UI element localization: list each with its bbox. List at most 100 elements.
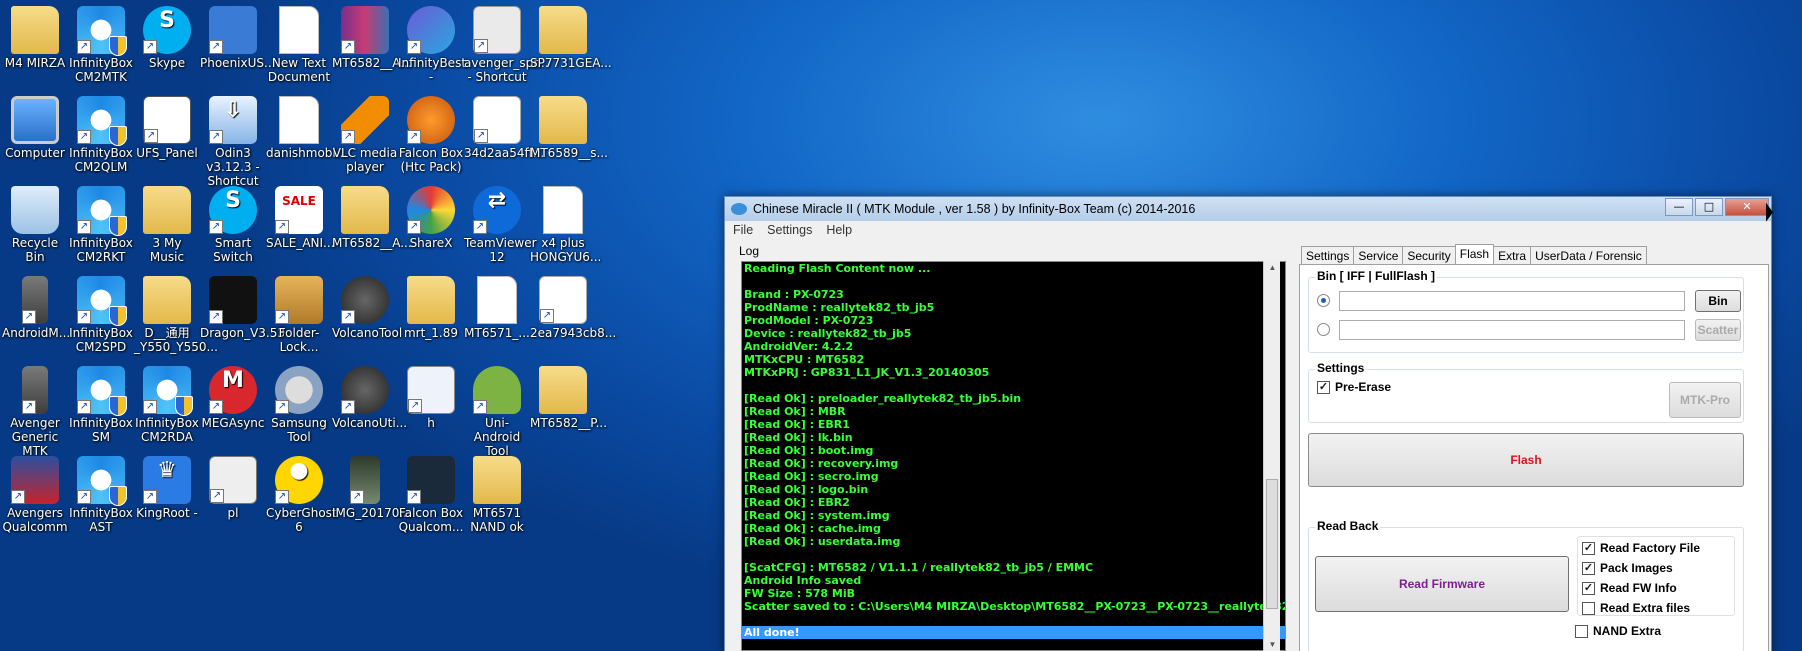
desktop-icon[interactable]: ↗ VolcanoTool (332, 272, 402, 340)
desktop-icon[interactable]: mrt_1.89 (398, 272, 464, 340)
volcano-icon: ↗ (341, 276, 389, 324)
desktop-icon[interactable]: MT6571 NAND ok (464, 452, 530, 534)
desktop-icon[interactable]: ↗ Dragon_V3.53 (200, 272, 285, 340)
bin-path-input[interactable] (1339, 291, 1685, 311)
maximize-button[interactable]: □ (1695, 198, 1723, 216)
desktop-icon[interactable]: ♛ ↗ KingRoot - (134, 452, 200, 520)
desktop-icon[interactable]: danishmobi... (266, 92, 347, 160)
desktop-icon[interactable]: ↗ 34d2aa54ff... (464, 92, 544, 160)
bin-button[interactable]: Bin (1695, 290, 1741, 312)
log-line: [Read Ok] : preloader_reallytek82_tb_jb5… (744, 392, 1022, 405)
desktop-icon[interactable]: ↗ Falcon Box (Htc Pack) (398, 92, 464, 174)
desktop-icon[interactable]: ↗ Folder-Lock... (266, 272, 332, 354)
desktop-icon[interactable]: ↗ avenger_spr... - Shortcut (464, 2, 549, 84)
menu-help[interactable]: Help (826, 223, 852, 237)
desktop-icon[interactable]: ↗ 2ea7943cb8... (530, 272, 616, 340)
desktop-icon[interactable]: ↗ pl (200, 452, 266, 520)
desktop-icon[interactable]: ↗ UFS_Panel (134, 92, 200, 160)
desktop-icon[interactable]: ● ↗ CyberGhost 6 (266, 452, 337, 534)
scroll-down-icon[interactable]: ▼ (1264, 640, 1281, 649)
desktop-icon[interactable]: ↗ MT6582__A... (332, 2, 412, 70)
scatter-button[interactable]: Scatter (1695, 319, 1741, 341)
desktop-icon[interactable]: ↗ Avenger Generic MTK (2, 362, 68, 458)
desktop-icon[interactable]: ⇄ ↗ TeamViewer 12 (464, 182, 537, 264)
tab-service[interactable]: Service (1353, 246, 1404, 265)
desktop-icon[interactable]: ↗ InfinityBox CM2QLM (68, 92, 134, 174)
desktop-icon[interactable]: M4 MIRZA (2, 2, 68, 70)
desktop-icon[interactable]: ↗ ShareX (398, 182, 464, 250)
pre-erase-checkbox[interactable]: ✓ Pre-Erase (1317, 380, 1391, 394)
tab-extra[interactable]: Extra (1493, 246, 1532, 265)
desktop-icon[interactable]: ↗ InfinityBox CM2MTK (68, 2, 134, 84)
desktop-icon[interactable]: x4 plus HONGYU6... (530, 182, 601, 264)
desktop-icon[interactable]: ↗ Samsung Tool (266, 362, 332, 444)
log-scrollbar[interactable]: ▲ ▼ (1263, 261, 1280, 651)
menu-settings[interactable]: Settings (767, 223, 812, 237)
title-bar[interactable]: Chinese Miracle II ( MTK Module , ver 1.… (725, 197, 1771, 221)
scatter-radio[interactable] (1317, 323, 1330, 336)
read-factory-file-checkbox[interactable]: ✓ Read Factory File (1582, 541, 1700, 555)
pack-images-checkbox[interactable]: ✓ Pack Images (1582, 561, 1673, 575)
menu-file[interactable]: File (733, 223, 753, 237)
desktop-icon[interactable]: ⇩ ↗ Odin3 v3.12.3 - Shortcut (200, 92, 266, 188)
desktop-icon[interactable]: D__通用 _Y550_Y550... (134, 272, 218, 354)
desktop-icon[interactable]: New Text Document (266, 2, 332, 84)
desktop-icon[interactable]: SALE ↗ SALE_ANI... (266, 182, 334, 250)
desktop-icon-label: SP7731GEA... (530, 56, 612, 70)
desktop-icon[interactable]: ↗ AndroidM... (2, 272, 70, 340)
desktop-icon-label: KingRoot - (136, 506, 198, 520)
minimize-button[interactable]: — (1665, 198, 1693, 216)
tab-flash[interactable]: Flash (1454, 244, 1495, 265)
desktop-icon[interactable]: ↗ VLC media player (332, 92, 398, 174)
nand-extra-checkbox[interactable]: NAND Extra (1575, 624, 1661, 638)
tab-settings[interactable]: Settings (1301, 246, 1355, 265)
desktop-icon[interactable]: ↗ h (398, 362, 464, 430)
read-extra-files-checkbox[interactable]: Read Extra files (1582, 601, 1690, 615)
desktop-icon[interactable]: ↗ Avengers Qualcomm (2, 452, 68, 534)
scroll-up-icon[interactable]: ▲ (1264, 263, 1281, 272)
desktop-icon[interactable]: MT6582__A... (332, 182, 412, 250)
scatter-path-input[interactable] (1339, 320, 1685, 340)
tab-userdata-forensic[interactable]: UserData / Forensic (1530, 246, 1647, 265)
folder-icon (143, 276, 191, 324)
desktop-icon[interactable]: MT6571_... (464, 272, 530, 340)
desktop-icon[interactable]: ↗ Falcon Box Qualcom... (398, 452, 464, 534)
desktop-icon[interactable]: ↗ IMG_20170... (332, 452, 411, 520)
desktop-icon[interactable]: ↗ InfinityBox SM (68, 362, 134, 444)
skype-icon: S ↗ (143, 6, 191, 54)
desktop-icon[interactable]: ↗ InfinityBox AST (68, 452, 134, 534)
log-line: AndroidVer: 4.2.2 (744, 340, 854, 353)
desktop-icon[interactable]: M ↗ MEGAsync (200, 362, 266, 430)
desktop-icon[interactable]: ↗ Uni-Android Tool (464, 362, 530, 458)
desktop-icon[interactable]: ↗ VolcanoUti... (332, 362, 407, 430)
desktop-icon[interactable]: ↗ InfinityBest - (398, 2, 466, 84)
desktop-icon[interactable]: MT6582__P... (530, 362, 607, 430)
read-firmware-button[interactable]: Read Firmware (1315, 556, 1569, 612)
desktop-icon[interactable]: ↗ PhoenixUS... (200, 2, 275, 70)
scroll-thumb[interactable] (1266, 479, 1278, 609)
desktop-icon-label: CyberGhost 6 (266, 506, 337, 534)
desktop-icon[interactable]: S ↗ Skype (134, 2, 200, 70)
desktop-icon[interactable]: ↗ InfinityBox CM2SPD (68, 272, 134, 354)
bin-radio[interactable] (1317, 294, 1330, 307)
desktop-icon-label: UFS_Panel (136, 146, 198, 160)
bin-group: Bin [ IFF | FullFlash ] Bin Scatter (1308, 269, 1744, 353)
desktop-icon[interactable]: ↗ InfinityBox CM2RDA (134, 362, 200, 444)
mtk-pro-button[interactable]: MTK-Pro (1669, 382, 1741, 418)
desktop-icon[interactable]: MT6589__s... (530, 92, 608, 160)
desktop-icon[interactable]: Recycle Bin (2, 182, 68, 264)
tab-security[interactable]: Security (1402, 246, 1456, 265)
desktop-icon-label: h (427, 416, 435, 430)
close-button[interactable]: ✕ (1725, 198, 1769, 216)
read-fw-info-checkbox[interactable]: ✓ Read FW Info (1582, 581, 1677, 595)
desktop-icon[interactable]: 3 My Music (134, 182, 200, 264)
flash-button[interactable]: Flash (1308, 433, 1744, 487)
desktop-icon[interactable]: Computer (2, 92, 68, 160)
desktop-icon[interactable]: SP7731GEA... (530, 2, 612, 70)
desktop-icon-label: VLC media player (332, 146, 398, 174)
user-folder-icon (11, 6, 59, 54)
desktop-icon[interactable]: ↗ InfinityBox CM2RKT (68, 182, 134, 264)
desktop-icon[interactable]: S ↗ Smart Switch (200, 182, 266, 264)
log-output[interactable]: Reading Flash Content now ... Brand : PX-… (741, 261, 1286, 651)
